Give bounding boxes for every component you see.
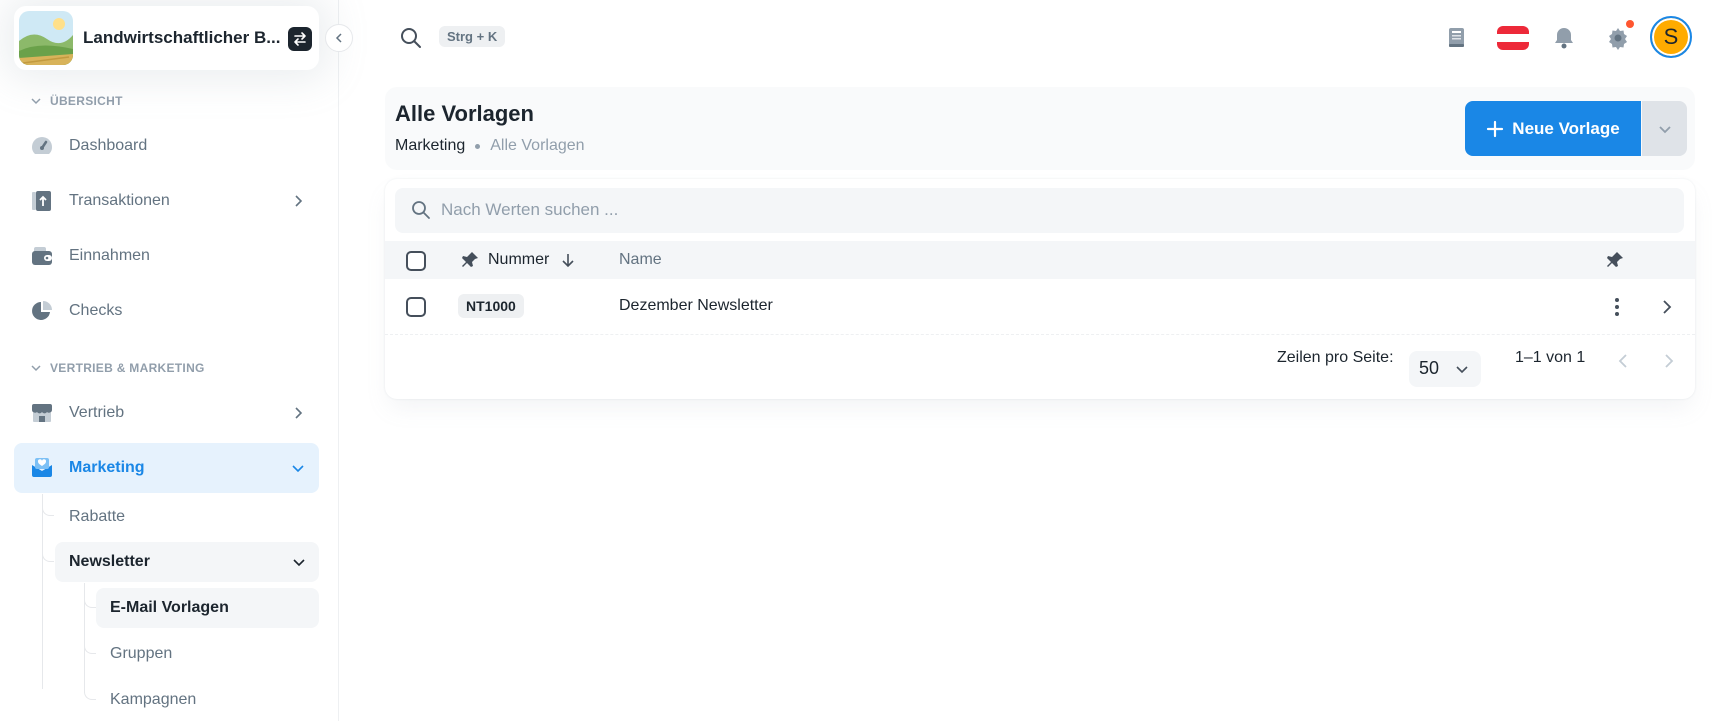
search-icon[interactable] <box>400 27 422 49</box>
transfer-icon <box>32 191 51 211</box>
arrow-down-icon[interactable] <box>560 252 576 268</box>
subitem-label: Rabatte <box>69 508 126 525</box>
store-icon <box>32 404 52 422</box>
rows-per-page-select[interactable]: 50 <box>1409 351 1481 387</box>
sidebar-item-label: Vertrieb <box>69 404 125 421</box>
workspace-logo <box>19 11 73 65</box>
chevron-right-icon <box>295 195 303 207</box>
tree-line <box>42 494 43 689</box>
prev-page-icon[interactable] <box>1615 352 1631 370</box>
tree-connector <box>84 596 96 608</box>
pie-chart-icon <box>32 301 52 320</box>
search-icon <box>412 201 430 219</box>
pin-icon[interactable] <box>460 250 480 270</box>
user-avatar[interactable]: S <box>1650 16 1692 58</box>
new-template-button[interactable]: Neue Vorlage <box>1465 101 1641 156</box>
sidebar-item-label: Einnahmen <box>69 247 150 264</box>
collapse-sidebar-button[interactable] <box>325 24 353 52</box>
templates-table-card: Nach Werten suchen ... Nummer Name NT100… <box>385 179 1695 399</box>
chevron-down-icon <box>31 98 41 105</box>
chevron-right-icon <box>295 407 303 419</box>
column-header-number[interactable]: Nummer <box>488 251 549 269</box>
search-placeholder: Nach Werten suchen ... <box>441 200 619 219</box>
tree-connector <box>42 504 54 516</box>
chevron-down-icon <box>292 465 304 473</box>
pin-icon[interactable] <box>1605 250 1625 270</box>
new-template-dropdown-button[interactable] <box>1642 101 1687 156</box>
select-all-checkbox[interactable] <box>406 251 426 271</box>
chevron-down-icon <box>1658 125 1671 133</box>
page-header-card: Alle Vorlagen Marketing Alle Vorlagen Ne… <box>385 87 1695 170</box>
breadcrumb-current: Alle Vorlagen <box>490 137 585 154</box>
sidebar-subitem-newsletter[interactable]: Newsletter <box>55 542 319 582</box>
chevron-down-icon <box>293 559 305 567</box>
speedometer-icon <box>32 137 52 154</box>
template-number-badge: NT1000 <box>458 294 524 318</box>
pagination-range: 1–1 von 1 <box>1515 349 1586 366</box>
docs-icon[interactable] <box>1443 24 1471 52</box>
subitem-label: Kampagnen <box>110 691 197 708</box>
sidebar-item-label: Marketing <box>69 459 145 476</box>
tree-connector <box>84 642 96 654</box>
switch-icon[interactable] <box>288 27 312 51</box>
subitem-label: Gruppen <box>110 645 173 662</box>
notification-dot <box>1626 20 1634 28</box>
rows-per-page-value: 50 <box>1419 358 1440 378</box>
column-header-name[interactable]: Name <box>619 251 662 269</box>
table-search-input[interactable]: Nach Werten suchen ... <box>395 188 1684 233</box>
workspace-name: Landwirtschaftlicher B... <box>83 28 281 47</box>
sidebar-subitem-email-vorlagen[interactable]: E-Mail Vorlagen <box>96 588 319 628</box>
breadcrumb-marketing[interactable]: Marketing <box>395 137 465 155</box>
sidebar-item-label: Checks <box>69 302 123 319</box>
chevron-down-icon <box>1456 366 1468 374</box>
sidebar-item-label: Transaktionen <box>69 192 170 209</box>
rows-per-page-label: Zeilen pro Seite: <box>1277 349 1394 366</box>
chevron-down-icon <box>31 365 41 372</box>
table-row[interactable]: NT1000 Dezember Newsletter <box>385 279 1695 335</box>
breadcrumb: Marketing Alle Vorlagen <box>395 137 585 155</box>
more-vertical-icon[interactable] <box>1607 296 1627 318</box>
section-overview-label: ÜBERSICHT <box>50 94 123 108</box>
sidebar-item-marketing[interactable]: Marketing <box>14 443 319 493</box>
section-sales-marketing[interactable]: VERTRIEB & MARKETING <box>30 361 205 375</box>
sidebar-subitem-rabatte[interactable]: Rabatte <box>55 497 319 537</box>
template-name: Dezember Newsletter <box>619 297 773 314</box>
tree-connector <box>42 550 54 562</box>
mail-heart-icon <box>32 458 52 477</box>
sidebar-item-dashboard[interactable]: Dashboard <box>14 121 319 171</box>
bell-icon[interactable] <box>1550 24 1578 52</box>
sidebar-item-vertrieb[interactable]: Vertrieb <box>14 388 319 438</box>
wallet-icon <box>32 247 52 265</box>
sidebar-subitem-gruppen[interactable]: Gruppen <box>96 634 319 674</box>
sidebar-item-checks[interactable]: Checks <box>14 286 319 336</box>
subitem-label: Newsletter <box>69 553 150 570</box>
sidebar-subitem-kampagnen[interactable]: Kampagnen <box>96 680 319 720</box>
workspace-switcher[interactable]: Landwirtschaftlicher B... <box>14 6 319 70</box>
page-title: Alle Vorlagen <box>395 101 534 126</box>
austria-flag-icon[interactable] <box>1496 24 1530 52</box>
new-template-label: Neue Vorlage <box>1512 118 1620 138</box>
plus-icon <box>1487 120 1504 137</box>
tree-connector <box>84 688 96 700</box>
avatar-initial: S <box>1663 24 1679 49</box>
sidebar-item-label: Dashboard <box>69 137 148 154</box>
row-checkbox[interactable] <box>406 297 426 317</box>
subitem-label: E-Mail Vorlagen <box>110 599 229 616</box>
chevron-right-icon[interactable] <box>1659 298 1675 316</box>
breadcrumb-separator <box>475 143 481 149</box>
sidebar: Landwirtschaftlicher B... ÜBERSICHT Dash… <box>0 0 339 721</box>
sidebar-item-einnahmen[interactable]: Einnahmen <box>14 231 319 281</box>
next-page-icon[interactable] <box>1661 352 1677 370</box>
table-header: Nummer Name <box>385 241 1695 279</box>
search-shortcut[interactable]: Strg + K <box>439 26 506 47</box>
section-sales-label: VERTRIEB & MARKETING <box>50 361 205 375</box>
sidebar-item-transaktionen[interactable]: Transaktionen <box>14 176 319 226</box>
settings-gear-icon[interactable] <box>1604 20 1634 52</box>
section-overview[interactable]: ÜBERSICHT <box>30 94 123 108</box>
chevron-left-icon <box>335 33 342 43</box>
